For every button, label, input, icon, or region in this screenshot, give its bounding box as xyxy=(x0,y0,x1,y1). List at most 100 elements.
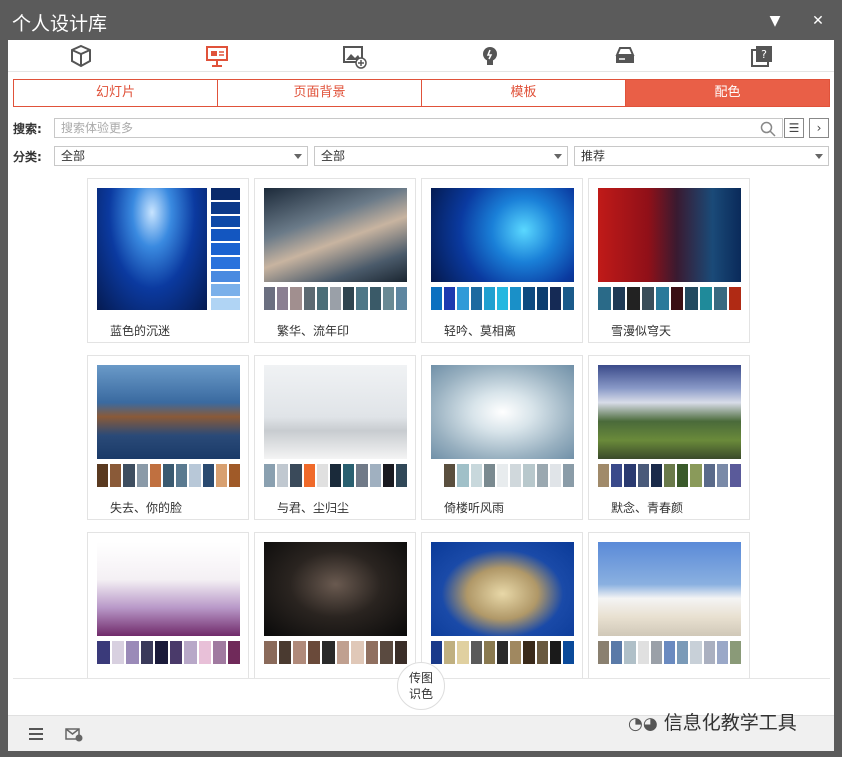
color-swatch[interactable] xyxy=(382,464,394,487)
color-swatch[interactable] xyxy=(303,287,315,310)
drive-icon[interactable] xyxy=(612,43,638,69)
color-swatch[interactable] xyxy=(356,287,368,310)
image-add-icon[interactable] xyxy=(341,43,367,69)
color-swatch[interactable] xyxy=(277,287,289,310)
color-swatch[interactable] xyxy=(496,464,509,487)
color-swatch[interactable] xyxy=(365,641,378,664)
color-swatch[interactable] xyxy=(716,464,728,487)
color-swatch[interactable] xyxy=(549,287,561,310)
color-swatch[interactable] xyxy=(523,464,535,487)
color-swatch[interactable] xyxy=(343,287,355,310)
color-swatch[interactable] xyxy=(703,464,715,487)
color-swatch[interactable] xyxy=(598,287,611,310)
color-swatch[interactable] xyxy=(510,641,522,664)
color-swatch[interactable] xyxy=(624,641,636,664)
color-swatch[interactable] xyxy=(202,464,214,487)
color-swatch[interactable] xyxy=(728,287,741,310)
color-swatch[interactable] xyxy=(549,464,561,487)
color-swatch[interactable] xyxy=(457,464,469,487)
color-swatch[interactable] xyxy=(496,287,509,310)
color-swatch[interactable] xyxy=(562,464,575,487)
color-swatch[interactable] xyxy=(685,287,698,310)
color-swatch[interactable] xyxy=(677,641,689,664)
color-swatch[interactable] xyxy=(470,641,482,664)
color-swatch[interactable] xyxy=(663,641,676,664)
slide-presentation-icon[interactable] xyxy=(204,43,230,69)
next-button[interactable]: › xyxy=(809,118,829,138)
color-swatch[interactable] xyxy=(211,256,240,269)
scheme-card[interactable]: 雪漫似穹天 xyxy=(588,178,750,343)
color-swatch[interactable] xyxy=(611,464,623,487)
color-swatch[interactable] xyxy=(228,464,241,487)
color-swatch[interactable] xyxy=(155,641,168,664)
category-select-1[interactable]: 全部 xyxy=(54,146,308,166)
color-swatch[interactable] xyxy=(729,464,742,487)
bulb-icon[interactable] xyxy=(477,43,503,69)
color-swatch[interactable] xyxy=(189,464,201,487)
color-swatch[interactable] xyxy=(369,287,381,310)
scheme-card[interactable]: 与君、尘归尘 xyxy=(254,355,416,520)
color-swatch[interactable] xyxy=(549,641,561,664)
color-swatch[interactable] xyxy=(211,215,240,228)
color-swatch[interactable] xyxy=(303,464,315,487)
color-swatch[interactable] xyxy=(650,641,662,664)
scheme-card[interactable]: 失去、你的脸 xyxy=(87,355,249,520)
color-swatch[interactable] xyxy=(523,641,535,664)
upload-image-identify-color-button[interactable]: 传图 识色 xyxy=(397,662,445,710)
color-swatch[interactable] xyxy=(536,641,548,664)
color-swatch[interactable] xyxy=(612,287,625,310)
scheme-card[interactable]: 繁华、流年印 xyxy=(254,178,416,343)
color-swatch[interactable] xyxy=(110,464,122,487)
color-swatch[interactable] xyxy=(136,464,148,487)
color-swatch[interactable] xyxy=(382,287,394,310)
color-swatch[interactable] xyxy=(431,464,443,487)
color-swatch[interactable] xyxy=(329,464,342,487)
color-swatch[interactable] xyxy=(444,641,456,664)
color-swatch[interactable] xyxy=(677,464,689,487)
color-swatch[interactable] xyxy=(598,641,610,664)
color-swatch[interactable] xyxy=(729,641,742,664)
color-swatch[interactable] xyxy=(716,641,728,664)
color-swatch[interactable] xyxy=(290,287,302,310)
color-swatch[interactable] xyxy=(562,641,575,664)
scheme-card[interactable]: 倚楼听风雨 xyxy=(421,355,583,520)
color-swatch[interactable] xyxy=(97,464,109,487)
sort-select[interactable]: 推荐 xyxy=(574,146,829,166)
color-swatch[interactable] xyxy=(703,641,715,664)
color-swatch[interactable] xyxy=(395,464,408,487)
scheme-card[interactable] xyxy=(87,532,249,678)
color-swatch[interactable] xyxy=(215,464,227,487)
color-swatch[interactable] xyxy=(369,464,381,487)
color-swatch[interactable] xyxy=(293,641,306,664)
color-swatch[interactable] xyxy=(714,287,727,310)
color-swatch[interactable] xyxy=(290,464,302,487)
box-icon[interactable] xyxy=(68,43,94,69)
close-icon[interactable]: ✕ xyxy=(809,12,827,30)
color-swatch[interactable] xyxy=(444,287,456,310)
color-swatch[interactable] xyxy=(211,298,240,311)
color-swatch[interactable] xyxy=(211,229,240,242)
mail-settings-icon[interactable] xyxy=(64,724,84,744)
color-swatch[interactable] xyxy=(624,464,636,487)
color-swatch[interactable] xyxy=(457,287,469,310)
color-swatch[interactable] xyxy=(650,464,662,487)
color-swatch[interactable] xyxy=(211,284,240,297)
color-swatch[interactable] xyxy=(111,641,124,664)
color-swatch[interactable] xyxy=(510,287,522,310)
color-swatch[interactable] xyxy=(264,464,276,487)
color-swatch[interactable] xyxy=(211,201,240,214)
color-swatch[interactable] xyxy=(536,287,548,310)
color-swatch[interactable] xyxy=(536,464,548,487)
scheme-card[interactable]: 蓝色的沉迷 xyxy=(87,178,249,343)
color-swatch[interactable] xyxy=(523,287,535,310)
color-swatch[interactable] xyxy=(637,464,649,487)
color-swatch[interactable] xyxy=(149,464,161,487)
color-swatch[interactable] xyxy=(699,287,712,310)
color-swatch[interactable] xyxy=(336,641,349,664)
color-swatch[interactable] xyxy=(140,641,153,664)
color-swatch[interactable] xyxy=(627,287,640,310)
color-swatch[interactable] xyxy=(343,464,355,487)
color-swatch[interactable] xyxy=(656,287,669,310)
color-swatch[interactable] xyxy=(663,464,676,487)
color-swatch[interactable] xyxy=(264,287,276,310)
